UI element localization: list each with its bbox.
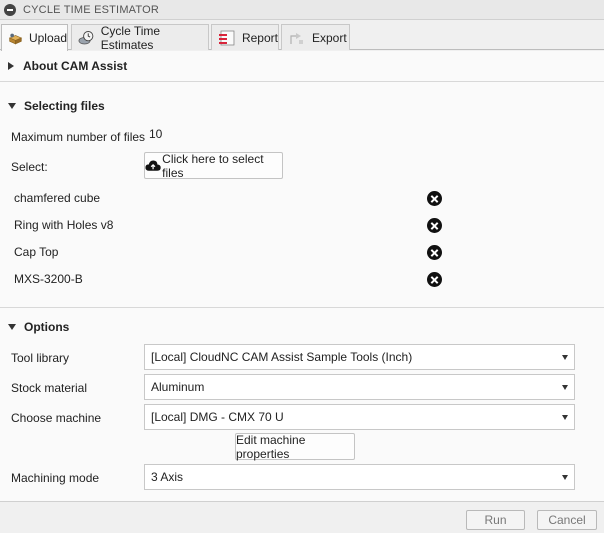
max-files-label: Maximum number of files <box>11 130 146 144</box>
section-title: Selecting files <box>24 99 105 113</box>
upload-box-icon <box>8 33 23 45</box>
machine-select[interactable]: [Local] DMG - CMX 70 U <box>144 404 575 430</box>
dropdown-arrow-icon <box>562 355 568 360</box>
panel-title: CYCLE TIME ESTIMATOR <box>23 3 160 16</box>
section-title: Options <box>24 320 70 334</box>
file-name: MXS-3200-B <box>14 272 83 286</box>
tab-label: Cycle Time Estimates <box>100 23 161 52</box>
cancel-button[interactable]: Cancel <box>537 510 597 530</box>
tab-upload[interactable]: Upload <box>1 24 68 51</box>
tab-export[interactable]: Export <box>281 24 350 50</box>
stock-material-label: Stock material <box>11 381 88 395</box>
run-button[interactable]: Run <box>466 510 525 530</box>
file-name: Ring with Holes v8 <box>14 218 114 232</box>
collapse-arrow-icon <box>8 324 16 330</box>
file-row: MXS-3200-B <box>14 270 454 290</box>
edit-machine-label: Edit machine properties <box>236 432 306 461</box>
select-files-button[interactable]: Click here to select files <box>144 151 283 180</box>
run-label: Run <box>484 513 507 527</box>
panel-titlebar: CYCLE TIME ESTIMATOR <box>0 0 604 20</box>
remove-file-icon[interactable] <box>427 245 442 260</box>
dropdown-arrow-icon <box>562 385 568 390</box>
dropdown-arrow-icon <box>562 475 568 480</box>
stock-material-select[interactable]: Aluminum <box>144 374 575 400</box>
file-name: chamfered cube <box>14 191 101 205</box>
file-name: Cap Top <box>14 245 59 259</box>
remove-file-icon[interactable] <box>427 218 442 233</box>
section-title: About CAM Assist <box>23 59 128 73</box>
machining-mode-label: Machining mode <box>11 471 100 485</box>
options-header[interactable]: Options <box>0 314 604 340</box>
stock-material-value: Aluminum <box>151 380 205 394</box>
tab-bar: Upload Cycle Time Estimates Report Expor… <box>0 20 604 52</box>
edit-machine-properties-button[interactable]: Edit machine properties <box>235 432 355 461</box>
tab-report[interactable]: Report <box>211 24 279 50</box>
file-row: chamfered cube <box>14 189 454 209</box>
expand-arrow-icon <box>8 62 14 70</box>
remove-file-icon[interactable] <box>427 191 442 206</box>
cloud-upload-icon <box>145 160 161 171</box>
machine-value: [Local] DMG - CMX 70 U <box>151 410 284 424</box>
collapse-panel-icon[interactable] <box>4 3 16 16</box>
choose-machine-label: Choose machine <box>11 411 102 425</box>
divider <box>0 307 604 308</box>
tab-label: Report <box>241 30 278 45</box>
tool-library-select[interactable]: [Local] CloudNC CAM Assist Sample Tools … <box>144 344 575 370</box>
cancel-label: Cancel <box>548 513 586 527</box>
remove-file-icon[interactable] <box>427 272 442 287</box>
selecting-files-header[interactable]: Selecting files <box>0 93 604 119</box>
divider <box>0 81 604 82</box>
tool-library-value: [Local] CloudNC CAM Assist Sample Tools … <box>151 350 413 364</box>
tab-label: Export <box>312 30 347 45</box>
export-icon <box>290 32 303 44</box>
max-files-value: 10 <box>149 127 163 141</box>
file-row: Cap Top <box>14 243 454 263</box>
collapse-arrow-icon <box>8 103 16 109</box>
tool-library-label: Tool library <box>11 351 70 365</box>
upload-panel: About CAM Assist Selecting files Maximum… <box>0 51 604 501</box>
dropdown-arrow-icon <box>562 415 568 420</box>
tab-label: Upload <box>28 31 67 45</box>
machining-mode-select[interactable]: 3 Axis <box>144 464 575 490</box>
dialog-footer: Run Cancel <box>0 501 604 533</box>
about-section-header[interactable]: About CAM Assist <box>0 53 604 79</box>
tab-cycle-time-estimates[interactable]: Cycle Time Estimates <box>71 23 209 52</box>
select-files-label: Click here to select files <box>162 151 264 180</box>
machining-mode-value: 3 Axis <box>151 470 184 484</box>
report-icon <box>218 30 235 45</box>
stopwatch-icon <box>78 30 94 44</box>
file-row: Ring with Holes v8 <box>14 216 454 236</box>
select-label: Select: <box>11 160 48 174</box>
